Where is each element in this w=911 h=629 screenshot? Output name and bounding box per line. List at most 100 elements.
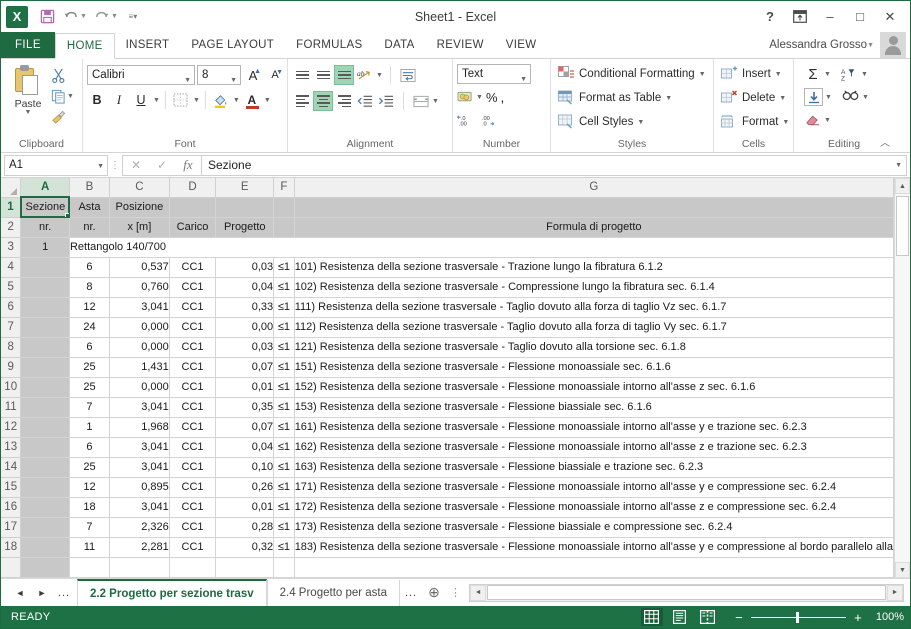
font-color-dropdown-icon[interactable]: ▼	[264, 97, 271, 104]
cell-a2[interactable]: nr.	[20, 217, 70, 238]
cell-b10[interactable]: 25	[69, 377, 110, 398]
cell-d5[interactable]: CC1	[169, 277, 217, 298]
cell-f18[interactable]: ≤1	[273, 537, 295, 558]
fill-color-icon[interactable]	[211, 90, 231, 110]
row-header-6[interactable]: 6	[1, 296, 22, 318]
cell-d10[interactable]: CC1	[169, 377, 217, 398]
cell-c12[interactable]: 1,968	[109, 417, 170, 438]
cell-a13[interactable]	[20, 437, 70, 458]
cell-g6[interactable]: 111) Resistenza della sezione trasversal…	[294, 297, 894, 318]
scroll-left-button[interactable]: ◄	[470, 584, 487, 601]
borders-icon[interactable]	[171, 90, 191, 110]
cell-f14[interactable]: ≤1	[273, 457, 295, 478]
cell-a17[interactable]	[20, 517, 70, 538]
select-all-corner[interactable]	[1, 178, 22, 198]
cell-e14[interactable]: 0,10	[215, 457, 275, 478]
cell-c16[interactable]: 3,041	[109, 497, 170, 518]
number-format-select[interactable]: Text ▼	[457, 64, 531, 84]
wrap-text-icon[interactable]	[398, 65, 418, 85]
cell-c6[interactable]: 3,041	[109, 297, 170, 318]
cell-d17[interactable]: CC1	[169, 517, 217, 538]
collapse-ribbon-icon[interactable]: ︿	[880, 134, 890, 149]
horizontal-scrollbar[interactable]: ◄ ►	[469, 583, 904, 602]
cell-g19[interactable]	[294, 557, 894, 578]
tab-home[interactable]: HOME	[54, 33, 115, 59]
cell-a15[interactable]	[20, 477, 70, 498]
format-painter-button[interactable]	[51, 108, 74, 126]
sort-filter-dropdown-icon[interactable]: ▼	[861, 71, 868, 78]
cell-c17[interactable]: 2,326	[109, 517, 170, 538]
format-cells-button[interactable]: Format ▼	[721, 112, 789, 132]
cell-a9[interactable]	[20, 357, 70, 378]
close-button[interactable]: ✕	[876, 6, 904, 28]
cut-button[interactable]	[51, 66, 74, 84]
accounting-format-icon[interactable]	[457, 90, 473, 104]
italic-button[interactable]: I	[109, 90, 129, 110]
cell-b12[interactable]: 1	[69, 417, 110, 438]
increase-font-size-button[interactable]: A ▲	[243, 68, 263, 83]
font-color-icon[interactable]: A	[242, 90, 262, 110]
confirm-entry-icon[interactable]: ✓	[149, 156, 175, 175]
bold-button[interactable]: B	[87, 90, 107, 110]
row-header-13[interactable]: 13	[1, 436, 22, 458]
column-header-b[interactable]: B	[69, 178, 110, 198]
cell-c19[interactable]	[109, 557, 170, 578]
cell-d18[interactable]: CC1	[169, 537, 217, 558]
cell-g7[interactable]: 112) Resistenza della sezione trasversal…	[294, 317, 894, 338]
row-header-8[interactable]: 8	[1, 336, 22, 358]
cell-b8[interactable]: 6	[69, 337, 110, 358]
name-box-dropdown-icon[interactable]: ▼	[97, 163, 104, 170]
tab-insert[interactable]: INSERT	[115, 32, 181, 58]
cell-d8[interactable]: CC1	[169, 337, 217, 358]
cell-b16[interactable]: 18	[69, 497, 110, 518]
cell-e9[interactable]: 0,07	[215, 357, 275, 378]
cancel-entry-icon[interactable]: ✕	[123, 156, 149, 175]
copy-dropdown-icon[interactable]: ▼	[67, 93, 74, 100]
cell-g13[interactable]: 162) Resistenza della sezione trasversal…	[294, 437, 894, 458]
cell-f11[interactable]: ≤1	[273, 397, 295, 418]
number-format-dropdown-icon[interactable]: ▼	[520, 71, 527, 89]
format-as-table-dropdown-icon[interactable]: ▼	[665, 95, 672, 102]
formula-input[interactable]: Sezione ▼	[201, 154, 907, 176]
comma-style-button[interactable]: ,	[501, 89, 505, 105]
fill-color-dropdown-icon[interactable]: ▼	[233, 97, 240, 104]
cell-g15[interactable]: 171) Resistenza della sezione trasversal…	[294, 477, 894, 498]
cell-b5[interactable]: 8	[69, 277, 110, 298]
cell-c14[interactable]: 3,041	[109, 457, 170, 478]
cell-b9[interactable]: 25	[69, 357, 110, 378]
cell-d9[interactable]: CC1	[169, 357, 217, 378]
cell-d7[interactable]: CC1	[169, 317, 217, 338]
format-as-table-button[interactable]: Format as Table ▼	[558, 88, 672, 108]
clear-dropdown-icon[interactable]: ▼	[824, 117, 831, 124]
next-sheet-icon[interactable]: ►	[31, 583, 53, 603]
cell-d6[interactable]: CC1	[169, 297, 217, 318]
cell-f9[interactable]: ≤1	[273, 357, 295, 378]
cell-e13[interactable]: 0,04	[215, 437, 275, 458]
copy-button[interactable]: ▼	[51, 87, 74, 105]
name-box[interactable]: A1 ▼	[4, 154, 108, 176]
cell-g1[interactable]	[294, 197, 894, 218]
font-name-input[interactable]: Calibri ▼	[87, 65, 195, 85]
insert-cells-button[interactable]: Insert ▼	[721, 64, 782, 84]
page-break-view-icon[interactable]	[697, 608, 719, 626]
sheet-tab-2-4[interactable]: 2.4 Progetto per asta	[266, 579, 401, 606]
tab-file[interactable]: FILE	[1, 32, 55, 58]
cell-d2[interactable]: Carico	[169, 217, 217, 238]
accounting-dropdown-icon[interactable]: ▼	[476, 94, 483, 101]
column-header-d[interactable]: D	[169, 178, 217, 198]
row-header-5[interactable]: 5	[1, 276, 22, 298]
cell-g18[interactable]: 183) Resistenza della sezione trasversal…	[294, 537, 894, 558]
cell-b17[interactable]: 7	[69, 517, 110, 538]
column-header-c[interactable]: C	[109, 178, 170, 198]
fill-down-icon[interactable]	[804, 88, 823, 106]
tab-formulas[interactable]: FORMULAS	[285, 32, 373, 58]
expand-formula-bar-icon[interactable]: ▼	[895, 162, 902, 169]
minimize-button[interactable]: –	[816, 6, 844, 28]
user-dropdown-icon[interactable]: ▼	[867, 42, 874, 49]
cell-c15[interactable]: 0,895	[109, 477, 170, 498]
row-header-16[interactable]: 16	[1, 496, 22, 518]
cell-a14[interactable]	[20, 457, 70, 478]
row-header-17[interactable]: 17	[1, 516, 22, 538]
cell-e11[interactable]: 0,35	[215, 397, 275, 418]
middle-align-icon[interactable]	[313, 65, 333, 85]
